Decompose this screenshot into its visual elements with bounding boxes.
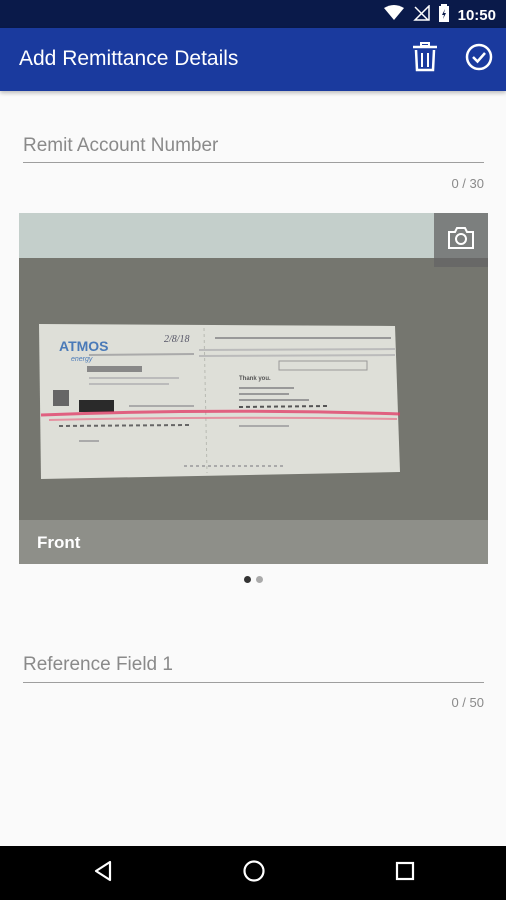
reference-field-label: Reference Field 1 — [23, 654, 173, 675]
remit-account-counter: 0 / 30 — [451, 176, 484, 191]
remit-account-underline — [23, 162, 484, 163]
status-bar: 10:50 — [0, 0, 506, 28]
back-triangle-icon — [93, 860, 113, 887]
camera-button[interactable] — [434, 213, 488, 267]
remit-account-field[interactable]: Remit Account Number — [23, 135, 484, 165]
remittance-photo[interactable]: ATMOS energy 2/8/18 Thank you. Front — [19, 213, 488, 564]
trash-icon — [412, 41, 438, 77]
remit-account-label: Remit Account Number — [23, 135, 219, 156]
stub-thank-you: Thank you. — [239, 376, 271, 382]
page-dot[interactable] — [255, 576, 263, 583]
back-button[interactable] — [88, 858, 118, 888]
app-bar: Add Remittance Details — [0, 28, 506, 91]
photo-top-band — [19, 213, 488, 258]
photo-scene: ATMOS energy 2/8/18 Thank you. — [19, 258, 488, 520]
status-time: 10:50 — [457, 6, 496, 24]
delete-button[interactable] — [408, 41, 442, 77]
confirm-button[interactable] — [462, 42, 496, 76]
recents-button[interactable] — [390, 858, 420, 888]
photo-caption: Front — [37, 533, 81, 552]
reference-field-underline — [23, 682, 484, 683]
atmos-logo-sub: energy — [71, 356, 93, 363]
remittance-stub-image: ATMOS energy 2/8/18 Thank you. — [19, 258, 488, 520]
reference-field[interactable]: Reference Field 1 — [23, 654, 484, 684]
check-circle-icon — [465, 43, 493, 76]
camera-icon — [447, 226, 475, 255]
photo-caption-bar: Front — [19, 520, 488, 564]
home-circle-icon — [242, 859, 266, 888]
no-signal-icon — [412, 3, 430, 26]
page-dot-active[interactable] — [243, 576, 251, 583]
handwritten-date: 2/8/18 — [164, 334, 190, 345]
home-button[interactable] — [239, 858, 269, 888]
page-title: Add Remittance Details — [19, 47, 239, 70]
wifi-icon — [383, 4, 404, 26]
recents-square-icon — [395, 861, 415, 886]
page-indicator — [0, 576, 506, 583]
reference-field-counter: 0 / 50 — [451, 695, 484, 710]
navigation-bar — [0, 846, 506, 900]
atmos-logo: ATMOS — [59, 338, 109, 354]
battery-icon — [438, 3, 450, 27]
